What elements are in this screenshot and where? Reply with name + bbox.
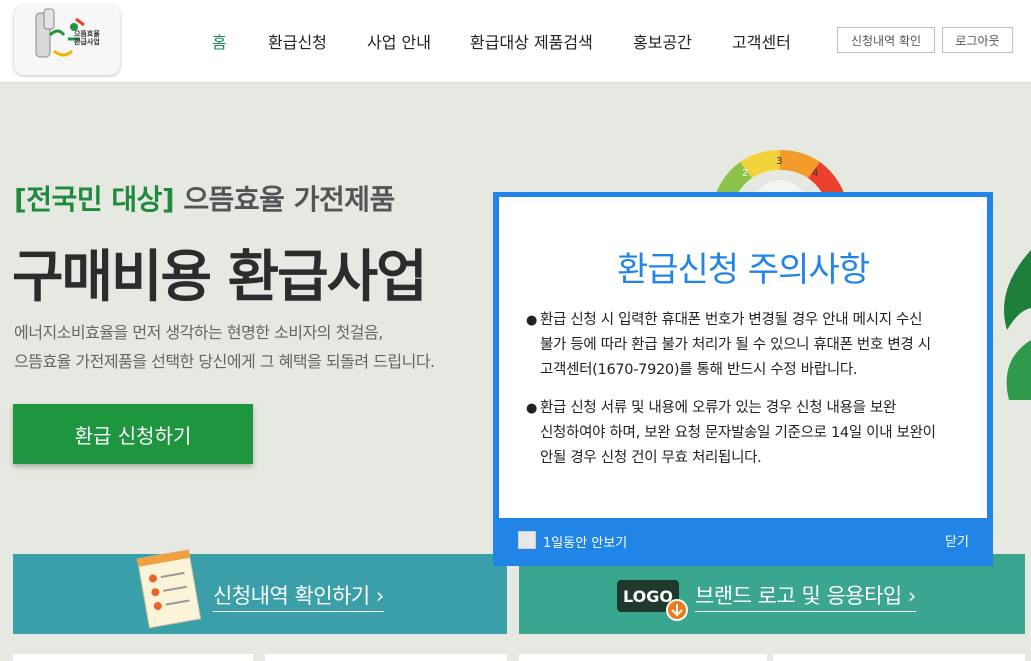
brand-logo-card[interactable]: LOGO 브랜드 로고 및 응용타입 › — [519, 554, 1025, 634]
content-card-3 — [519, 654, 767, 661]
modal-footer: 1일동안 안보기 닫기 — [493, 518, 993, 566]
dont-show-checkbox[interactable] — [518, 531, 536, 549]
checklist-icon — [136, 549, 202, 629]
nav-business-info[interactable]: 사업 안내 — [367, 29, 431, 53]
hero-subtitle-rest: 으뜸효율 가전제품 — [183, 183, 395, 216]
check-history-link[interactable]: 신청내역 확인하기 › — [213, 580, 384, 612]
nav-apply[interactable]: 환급신청 — [268, 29, 327, 53]
hero-subtitle: [전국민 대상] 으뜸효율 가전제품 — [14, 178, 395, 218]
bullet-icon: ● — [526, 313, 538, 328]
content-card-2 — [265, 654, 507, 661]
notice-modal-body: 환급신청 주의사항 ● 환급 신청 시 입력한 휴대폰 번호가 변경될 경우 안… — [499, 197, 987, 518]
logout-button[interactable]: 로그아웃 — [942, 27, 1013, 53]
nav-customer-center[interactable]: 고객센터 — [732, 29, 791, 53]
logo-line1: 으뜸효율 — [74, 30, 100, 38]
notice-item-1-line2: 불가 등에 따라 환급 불가 처리가 될 수 있으니 휴대폰 번호 변경 시 — [540, 337, 931, 353]
site-header: 으뜸효율 환급사업 홈 환급신청 사업 안내 환급대상 제품검색 홍보공간 고객… — [0, 0, 1031, 83]
notice-item-2-line1: 환급 신청 서류 및 내용에 오류가 있는 경우 신청 내용을 보완 — [540, 400, 897, 416]
notice-item-1: ● 환급 신청 시 입력한 휴대폰 번호가 변경될 경우 안내 메시지 수신 불… — [526, 308, 931, 383]
apply-refund-button[interactable]: 환급 신청하기 — [13, 404, 253, 464]
check-history-button[interactable]: 신청내역 확인 — [837, 27, 935, 53]
dont-show-label[interactable]: 1일동안 안보기 — [543, 532, 627, 551]
modal-close-button[interactable]: 닫기 — [945, 531, 969, 550]
gauge-label-4: 4 — [812, 168, 818, 179]
content-card-4 — [773, 654, 1025, 661]
hero-desc-line2: 으뜸효율 가전제품을 선택한 당신에게 그 혜택을 되돌려 드립니다. — [14, 352, 435, 371]
logo-download-icon: LOGO — [617, 580, 688, 621]
logo-line2: 환급사업 — [74, 38, 100, 46]
site-logo[interactable]: 으뜸효율 환급사업 — [14, 5, 120, 75]
nav-promotion[interactable]: 홍보공간 — [633, 29, 692, 53]
nav-product-search[interactable]: 환급대상 제품검색 — [470, 29, 593, 53]
notice-item-2-line2: 신청하여야 하며, 보완 요청 문자발송일 기준으로 14일 이내 보완이 — [540, 425, 936, 441]
hero-subtitle-accent: [전국민 대상] — [14, 183, 175, 216]
hero-title: 구매비용 환급사업 — [12, 245, 428, 310]
check-history-card[interactable]: 신청내역 확인하기 › — [13, 549, 507, 634]
notice-item-2-line3: 안될 경우 신청 건이 무효 처리됩니다. — [540, 450, 762, 466]
notice-modal: 환급신청 주의사항 ● 환급 신청 시 입력한 휴대폰 번호가 변경될 경우 안… — [493, 192, 993, 566]
logo-text: 으뜸효율 환급사업 — [74, 30, 100, 46]
notice-item-1-line3: 고객센터(1670-7920)를 통해 반드시 수정 바랍니다. — [540, 362, 858, 378]
gauge-label-2: 2 — [742, 168, 748, 179]
content-card-1 — [13, 654, 253, 661]
brand-logo-link[interactable]: 브랜드 로고 및 응용타입 › — [695, 580, 916, 612]
notice-item-1-line1: 환급 신청 시 입력한 휴대폰 번호가 변경될 경우 안내 메시지 수신 — [540, 312, 923, 328]
nav-home[interactable]: 홈 — [212, 29, 227, 53]
gauge-label-3: 3 — [776, 156, 782, 167]
hero-description: 에너지소비효율을 먼저 생각하는 현명한 소비자의 첫걸음, 으뜸효율 가전제품… — [14, 318, 435, 376]
notice-item-2: ● 환급 신청 서류 및 내용에 오류가 있는 경우 신청 내용을 보완 신청하… — [526, 396, 936, 471]
modal-title: 환급신청 주의사항 — [616, 250, 870, 290]
logo-badge-text: LOGO — [623, 587, 673, 606]
logo-icon — [35, 8, 85, 58]
hero-desc-line1: 에너지소비효율을 먼저 생각하는 현명한 소비자의 첫걸음, — [14, 323, 383, 342]
bullet-icon: ● — [526, 401, 538, 416]
